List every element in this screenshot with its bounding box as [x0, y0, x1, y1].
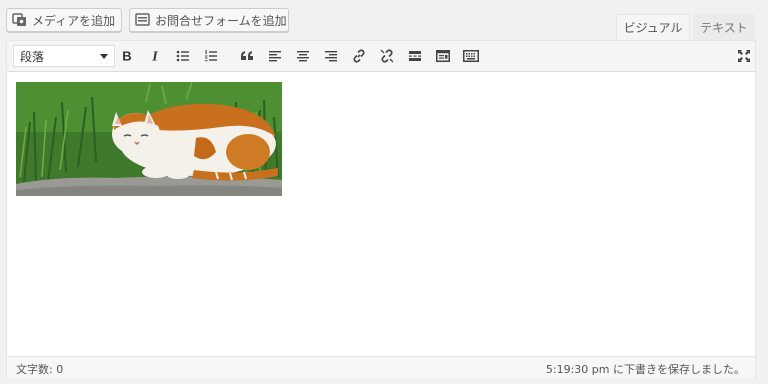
paragraph-format-value: 段落: [20, 49, 45, 64]
toolbar-toggle-button[interactable]: [432, 45, 454, 67]
numbered-list-icon: [205, 50, 217, 62]
align-right-icon: [325, 51, 337, 62]
fullscreen-button[interactable]: [733, 45, 755, 67]
status-bar: 文字数: 0 5:19:30 pm に下書きを保存しました。: [7, 356, 755, 378]
add-media-label: メディアを追加: [32, 13, 116, 28]
svg-text:I: I: [151, 50, 158, 64]
word-count: 文字数: 0: [16, 363, 64, 376]
link-icon: [353, 49, 365, 63]
insert-link-button[interactable]: [348, 45, 370, 67]
remove-link-button[interactable]: [376, 45, 398, 67]
fullscreen-icon: [738, 50, 750, 62]
draft-saved-status: 5:19:30 pm に下書きを保存しました。: [545, 363, 745, 376]
bullet-list-button[interactable]: [172, 45, 194, 67]
editor-header: メディアを追加 お問合せフォームを追加 ビジュアル テキスト: [0, 0, 768, 40]
read-more-icon: [409, 51, 421, 61]
tab-visual-label: ビジュアル: [623, 21, 683, 35]
tab-text-label: テキスト: [700, 20, 748, 35]
keyboard-shortcuts-button[interactable]: [460, 45, 482, 67]
blockquote-icon: [241, 51, 253, 60]
add-media-button[interactable]: メディアを追加: [6, 8, 122, 32]
editor-toolbar: 段落 B I: [7, 41, 755, 72]
numbered-list-button[interactable]: [200, 45, 222, 67]
align-center-icon: [297, 51, 309, 62]
unlink-icon: [380, 49, 394, 63]
add-contact-form-button[interactable]: お問合せフォームを追加: [129, 8, 289, 32]
media-icon: [12, 13, 26, 26]
tab-visual[interactable]: ビジュアル: [616, 14, 690, 40]
svg-text:B: B: [122, 49, 131, 63]
italic-button[interactable]: I: [144, 45, 166, 67]
align-right-button[interactable]: [320, 45, 342, 67]
chevron-down-icon: [100, 54, 108, 59]
italic-icon: I: [151, 50, 158, 64]
align-left-button[interactable]: [264, 45, 286, 67]
form-icon: [135, 13, 150, 26]
cat-image[interactable]: [16, 82, 282, 196]
bold-button[interactable]: B: [116, 45, 138, 67]
bullet-list-icon: [176, 50, 189, 62]
align-center-button[interactable]: [292, 45, 314, 67]
keyboard-icon: [463, 50, 479, 62]
bold-icon: B: [122, 49, 131, 63]
align-left-icon: [269, 51, 281, 62]
tab-text[interactable]: テキスト: [693, 14, 755, 40]
editor-content[interactable]: [7, 72, 755, 356]
editor-area: 段落 B I 文字数: 0 5:19:30 pm に下書きを保存しました。: [6, 40, 756, 378]
read-more-button[interactable]: [404, 45, 426, 67]
add-form-label: お問合せフォームを追加: [155, 13, 287, 28]
blockquote-button[interactable]: [236, 45, 258, 67]
paragraph-format-select[interactable]: 段落: [13, 45, 115, 67]
toolbar-toggle-icon: [436, 50, 450, 62]
